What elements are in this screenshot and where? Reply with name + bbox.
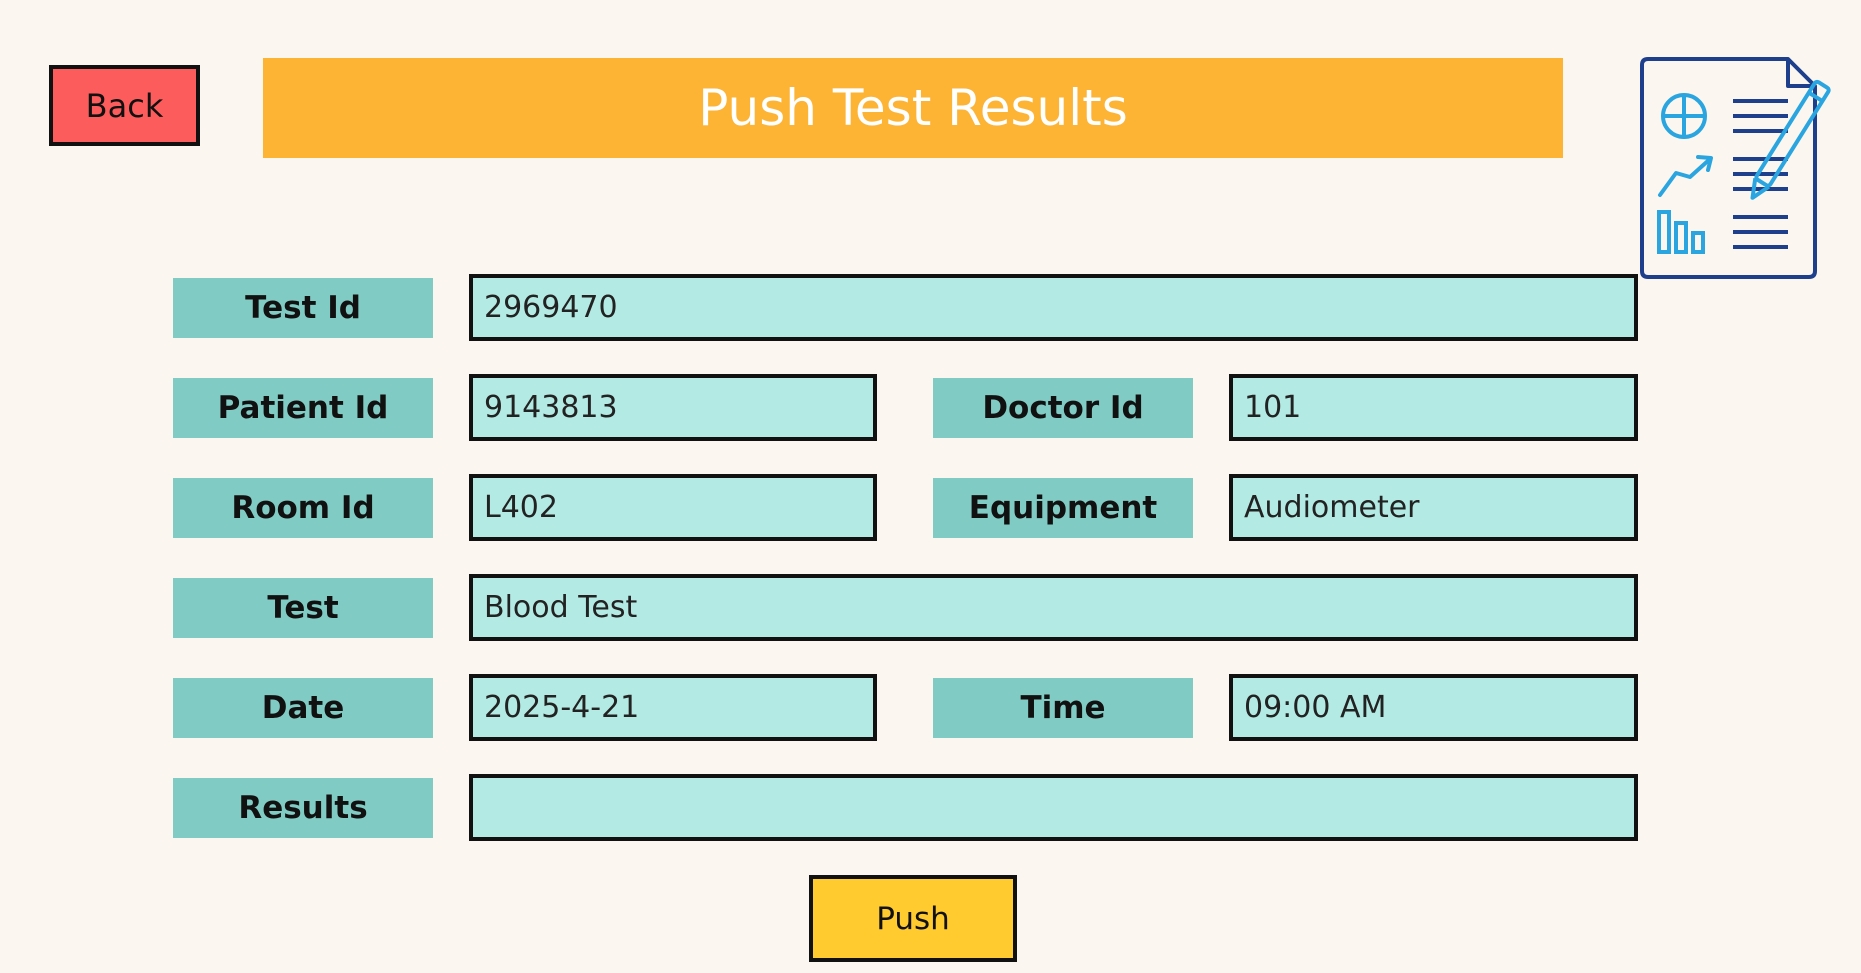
test-id-field[interactable]: 2969470 <box>469 274 1638 341</box>
equipment-label: Equipment <box>933 478 1193 538</box>
equipment-field[interactable]: Audiometer <box>1229 474 1638 541</box>
back-button[interactable]: Back <box>49 65 200 146</box>
results-label: Results <box>173 778 433 838</box>
date-label: Date <box>173 678 433 738</box>
medical-report-document-icon <box>1640 57 1831 279</box>
time-field[interactable]: 09:00 AM <box>1229 674 1638 741</box>
time-label: Time <box>933 678 1193 738</box>
room-id-field[interactable]: L402 <box>469 474 877 541</box>
test-field[interactable]: Blood Test <box>469 574 1638 641</box>
doctor-id-field[interactable]: 101 <box>1229 374 1638 441</box>
date-field[interactable]: 2025-4-21 <box>469 674 877 741</box>
push-button[interactable]: Push <box>809 875 1017 962</box>
page-title: Push Test Results <box>263 58 1563 158</box>
patient-id-label: Patient Id <box>173 378 433 438</box>
room-id-label: Room Id <box>173 478 433 538</box>
results-field[interactable] <box>469 774 1638 841</box>
test-id-label: Test Id <box>173 278 433 338</box>
test-label: Test <box>173 578 433 638</box>
doctor-id-label: Doctor Id <box>933 378 1193 438</box>
patient-id-field[interactable]: 9143813 <box>469 374 877 441</box>
